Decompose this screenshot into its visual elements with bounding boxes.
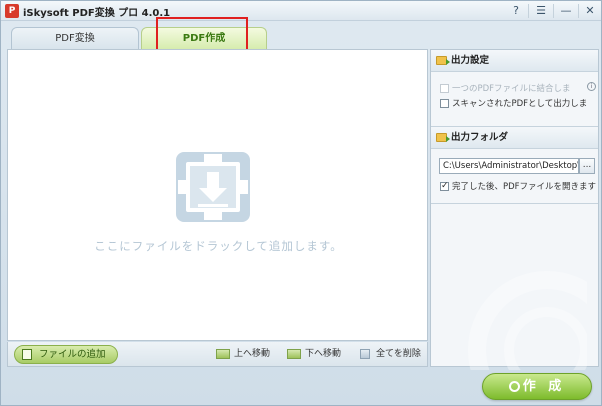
titlebar-divider <box>578 4 579 18</box>
open-after-label: 完了した後、PDFファイルを開きます <box>452 182 597 192</box>
section-divider <box>431 203 598 204</box>
merge-pdf-label: 一つのPDFファイルに結合しま <box>452 84 571 94</box>
register-icon[interactable]: ☰ <box>532 3 550 19</box>
settings-panel: 出力設定 一つのPDFファイルに結合しま i スキャンされたPDFとして出力しま… <box>430 49 599 370</box>
delete-all-label: 全てを削除 <box>376 349 421 359</box>
merge-pdf-checkbox <box>440 84 449 93</box>
merge-pdf-option: 一つのPDFファイルに結合しま <box>440 83 597 95</box>
help-icon[interactable]: ? <box>507 3 525 19</box>
create-icon <box>509 381 520 392</box>
add-file-label: ファイルの追加 <box>39 349 106 360</box>
file-toolbar: ファイルの追加 上へ移動 下へ移動 全てを削除 <box>7 342 428 367</box>
folder-arrow-icon <box>436 56 450 65</box>
move-up-button[interactable]: 上へ移動 <box>216 347 270 362</box>
delete-all-button[interactable]: 全てを削除 <box>358 347 421 362</box>
move-down-button[interactable]: 下へ移動 <box>287 347 341 362</box>
pdf-app-icon: P <box>5 4 19 18</box>
folder-arrow-icon <box>436 133 450 142</box>
drop-hint-text: ここにファイルをドラックして追加します。 <box>94 239 343 253</box>
output-path-field[interactable]: C:\Users\Administrator\Desktop\ <box>439 158 579 174</box>
output-settings-header: 出力設定 <box>431 50 598 72</box>
create-label: 作 成 <box>522 379 566 394</box>
output-settings-title: 出力設定 <box>451 55 490 66</box>
scanned-pdf-label: スキャンされたPDFとして出力しま <box>452 99 588 109</box>
titlebar-divider <box>553 4 554 18</box>
minimize-button[interactable]: — <box>557 3 575 19</box>
create-button[interactable]: 作 成 <box>482 373 592 400</box>
output-folder-title: 出力フォルダ <box>451 132 509 143</box>
add-file-button[interactable]: ファイルの追加 <box>14 345 118 364</box>
scanned-pdf-checkbox[interactable] <box>440 99 449 108</box>
move-down-label: 下へ移動 <box>305 349 342 359</box>
open-after-checkbox[interactable] <box>440 181 449 192</box>
open-after-option[interactable]: 完了した後、PDFファイルを開きます <box>440 181 597 193</box>
decorative-watermark <box>468 271 587 370</box>
output-folder-header: 出力フォルダ <box>431 127 598 149</box>
window-title: iSkysoft PDF変換 プロ 4.0.1 <box>23 8 171 19</box>
tab-pdf-convert[interactable]: PDF変換 <box>11 27 139 49</box>
file-drop-area[interactable]: ここにファイルをドラックして追加します。 <box>7 49 428 341</box>
move-up-icon <box>216 349 230 359</box>
move-down-icon <box>287 349 301 359</box>
scanned-pdf-option[interactable]: スキャンされたPDFとして出力しま <box>440 98 597 110</box>
download-drop-icon <box>176 152 250 222</box>
add-file-icon <box>22 349 32 360</box>
info-icon[interactable]: i <box>587 82 596 91</box>
title-bar: P iSkysoft PDF変換 プロ 4.0.1 ? ☰ — ✕ <box>1 1 601 21</box>
titlebar-divider <box>528 4 529 18</box>
trash-icon <box>360 349 370 359</box>
tab-bar: PDF変換 PDF作成 <box>6 23 596 49</box>
app-window: P iSkysoft PDF変換 プロ 4.0.1 ? ☰ — ✕ PDF変換 … <box>0 0 602 406</box>
move-up-label: 上へ移動 <box>234 349 271 359</box>
browse-button[interactable]: ... <box>579 158 595 174</box>
close-button[interactable]: ✕ <box>581 3 599 19</box>
